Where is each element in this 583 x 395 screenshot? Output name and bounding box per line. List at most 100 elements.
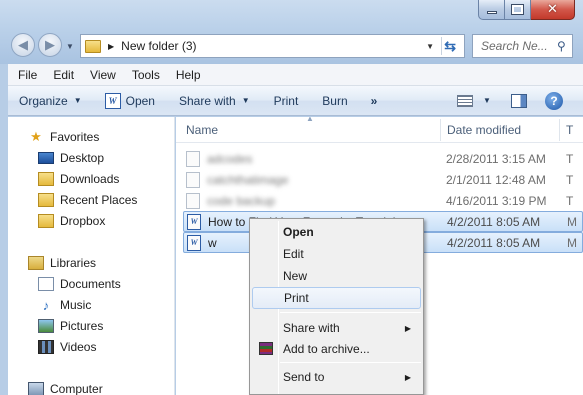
change-view-button[interactable]: ▼ [448, 86, 500, 115]
menu-separator [280, 312, 421, 313]
menu-item-add-to-archive[interactable]: Add to archive... [252, 338, 421, 360]
file-type: M [567, 214, 577, 229]
forward-button[interactable]: ▶ [38, 33, 62, 57]
organize-button[interactable]: Organize ▼ [8, 86, 91, 115]
file-name: code backup [207, 193, 276, 208]
help-button[interactable]: ? [536, 86, 572, 115]
nav-label: Downloads [60, 172, 120, 186]
music-icon: ♪ [42, 297, 50, 313]
more-commands-button[interactable]: » [357, 86, 387, 115]
file-icon [186, 171, 200, 188]
help-icon: ? [545, 91, 563, 110]
list-item[interactable]: code backup 4/16/2011 3:19 PM T [183, 190, 583, 211]
nav-label: Music [60, 298, 92, 312]
print-button[interactable]: Print [259, 86, 308, 115]
refresh-icon[interactable]: ⇆ [444, 38, 456, 55]
search-icon[interactable]: ⚲ [557, 39, 566, 53]
nav-videos[interactable]: Videos [38, 337, 96, 357]
list-item[interactable]: adcodes 2/28/2011 3:15 AM T [183, 148, 583, 169]
menu-item-print[interactable]: Print [252, 287, 421, 309]
address-separator [441, 37, 442, 55]
submenu-arrow-icon: ▶ [404, 323, 411, 333]
column-divider[interactable] [559, 119, 560, 141]
chevron-down-icon: ▼ [241, 96, 250, 105]
nav-desktop[interactable]: Desktop [38, 148, 104, 168]
search-box[interactable]: ⚲ [472, 34, 573, 58]
folder-icon [85, 39, 101, 53]
star-icon: ★ [30, 129, 42, 144]
burn-button[interactable]: Burn [307, 86, 356, 115]
breadcrumb-chevron-icon[interactable]: ▶ [108, 42, 114, 51]
nav-recent-places[interactable]: Recent Places [38, 190, 137, 210]
file-icon [186, 150, 200, 167]
recent-pages-dropdown[interactable]: ▼ [66, 42, 74, 51]
list-item[interactable]: catchthatimage 2/1/2011 12:48 AM T [183, 169, 583, 190]
menu-item-label: Print [284, 291, 309, 305]
nav-dropbox[interactable]: Dropbox [38, 211, 105, 231]
address-dropdown-icon[interactable]: ▼ [426, 42, 434, 51]
libraries-icon [28, 256, 44, 270]
file-name: adcodes [207, 151, 253, 166]
address-bar[interactable]: ▶ New folder (3) ▼ ⇆ [80, 34, 465, 58]
recent-places-icon [38, 193, 54, 207]
menu-item-edit[interactable]: Edit [252, 243, 421, 265]
nav-music[interactable]: ♪ Music [38, 295, 92, 315]
nav-pictures[interactable]: Pictures [38, 316, 103, 336]
menu-tools[interactable]: Tools [122, 68, 166, 82]
address-path[interactable]: New folder (3) [121, 39, 196, 53]
open-button[interactable]: W Open [91, 86, 164, 115]
menu-item-label: Add to archive... [283, 342, 370, 356]
menu-item-share-with[interactable]: Share with ▶ [252, 317, 421, 339]
menu-edit[interactable]: Edit [43, 68, 80, 82]
menu-item-new[interactable]: New [252, 265, 421, 287]
open-label: Open [125, 93, 155, 108]
menu-file[interactable]: File [8, 68, 43, 82]
menu-item-label: Send to [283, 370, 325, 384]
file-date: 2/1/2011 12:48 AM [446, 172, 546, 187]
winrar-icon [259, 342, 273, 355]
nav-label: Pictures [60, 319, 104, 333]
menu-item-label: Open [283, 225, 314, 239]
nav-label: Documents [60, 277, 121, 291]
nav-documents[interactable]: Documents [38, 274, 121, 294]
videos-icon [38, 340, 54, 354]
menu-bar: File Edit View Tools Help [8, 64, 583, 86]
burn-label: Burn [322, 93, 348, 108]
column-date-modified[interactable]: Date modified [447, 123, 521, 137]
submenu-arrow-icon: ▶ [404, 372, 411, 382]
file-type: T [566, 151, 574, 166]
nav-label: Recent Places [60, 193, 138, 207]
menu-item-send-to[interactable]: Send to ▶ [252, 366, 421, 388]
menu-view[interactable]: View [80, 68, 122, 82]
context-menu: Open Edit New Print Share with ▶ Add to … [249, 218, 424, 395]
file-date: 4/2/2011 8:05 AM [447, 214, 541, 229]
sort-arrow-icon: ▲ [306, 117, 314, 123]
file-date: 4/16/2011 3:19 PM [446, 193, 547, 208]
share-with-button[interactable]: Share with ▼ [164, 86, 259, 115]
back-button[interactable]: ◀ [11, 33, 35, 57]
menu-help[interactable]: Help [166, 68, 207, 82]
column-name[interactable]: Name [186, 123, 218, 137]
preview-pane-button[interactable] [502, 86, 536, 115]
nav-favorites[interactable]: ★ Favorites [28, 127, 99, 147]
menu-separator [280, 362, 421, 363]
file-date: 4/2/2011 8:05 AM [447, 235, 541, 250]
nav-downloads[interactable]: Downloads [38, 169, 119, 189]
nav-computer[interactable]: Computer [28, 379, 103, 395]
word-doc-icon: W [187, 234, 201, 251]
column-divider[interactable] [440, 119, 441, 141]
menu-item-label: Share with [283, 321, 340, 335]
dropbox-icon [38, 214, 54, 228]
column-type[interactable]: T [566, 123, 573, 137]
close-button[interactable]: ✕ [531, 0, 575, 20]
search-input[interactable] [479, 38, 557, 54]
nav-label: Favorites [50, 130, 100, 144]
word-doc-icon: W [187, 213, 201, 230]
chevron-down-icon: ▼ [483, 96, 491, 105]
share-with-label: Share with [178, 93, 236, 108]
nav-libraries[interactable]: Libraries [28, 253, 96, 273]
maximize-button[interactable] [505, 0, 531, 20]
menu-item-open[interactable]: Open [252, 221, 421, 243]
minimize-button[interactable] [478, 0, 505, 20]
command-bar: Organize ▼ W Open Share with ▼ Print Burn »… [8, 86, 583, 116]
